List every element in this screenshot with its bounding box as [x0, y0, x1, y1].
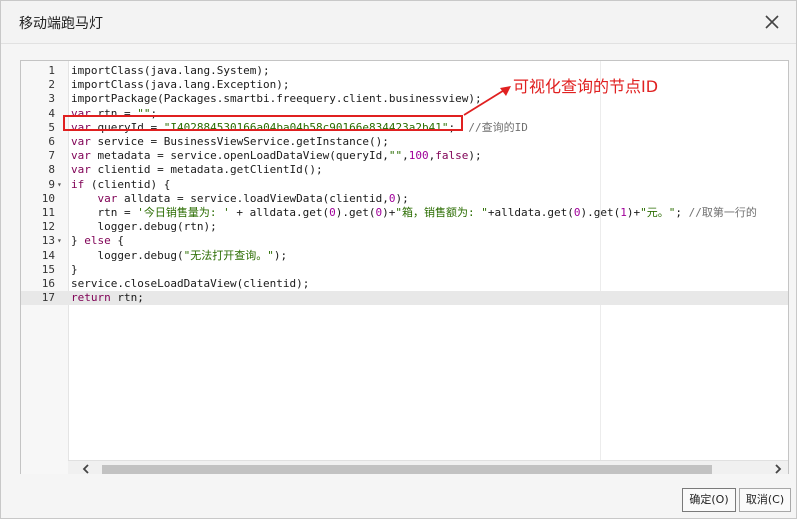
ok-button[interactable]: 确定(O)	[682, 488, 736, 512]
cancel-button[interactable]: 取消(C)	[739, 488, 791, 512]
annotation-arrow-icon	[463, 86, 511, 116]
annotation-label: 可视化查询的节点ID	[513, 77, 659, 96]
dialog-footer: 确定(O) 取消(C)	[1, 474, 796, 518]
script-dialog: 移动端跑马灯 1 importClass(java.lang.System); 2 i…	[0, 0, 797, 519]
